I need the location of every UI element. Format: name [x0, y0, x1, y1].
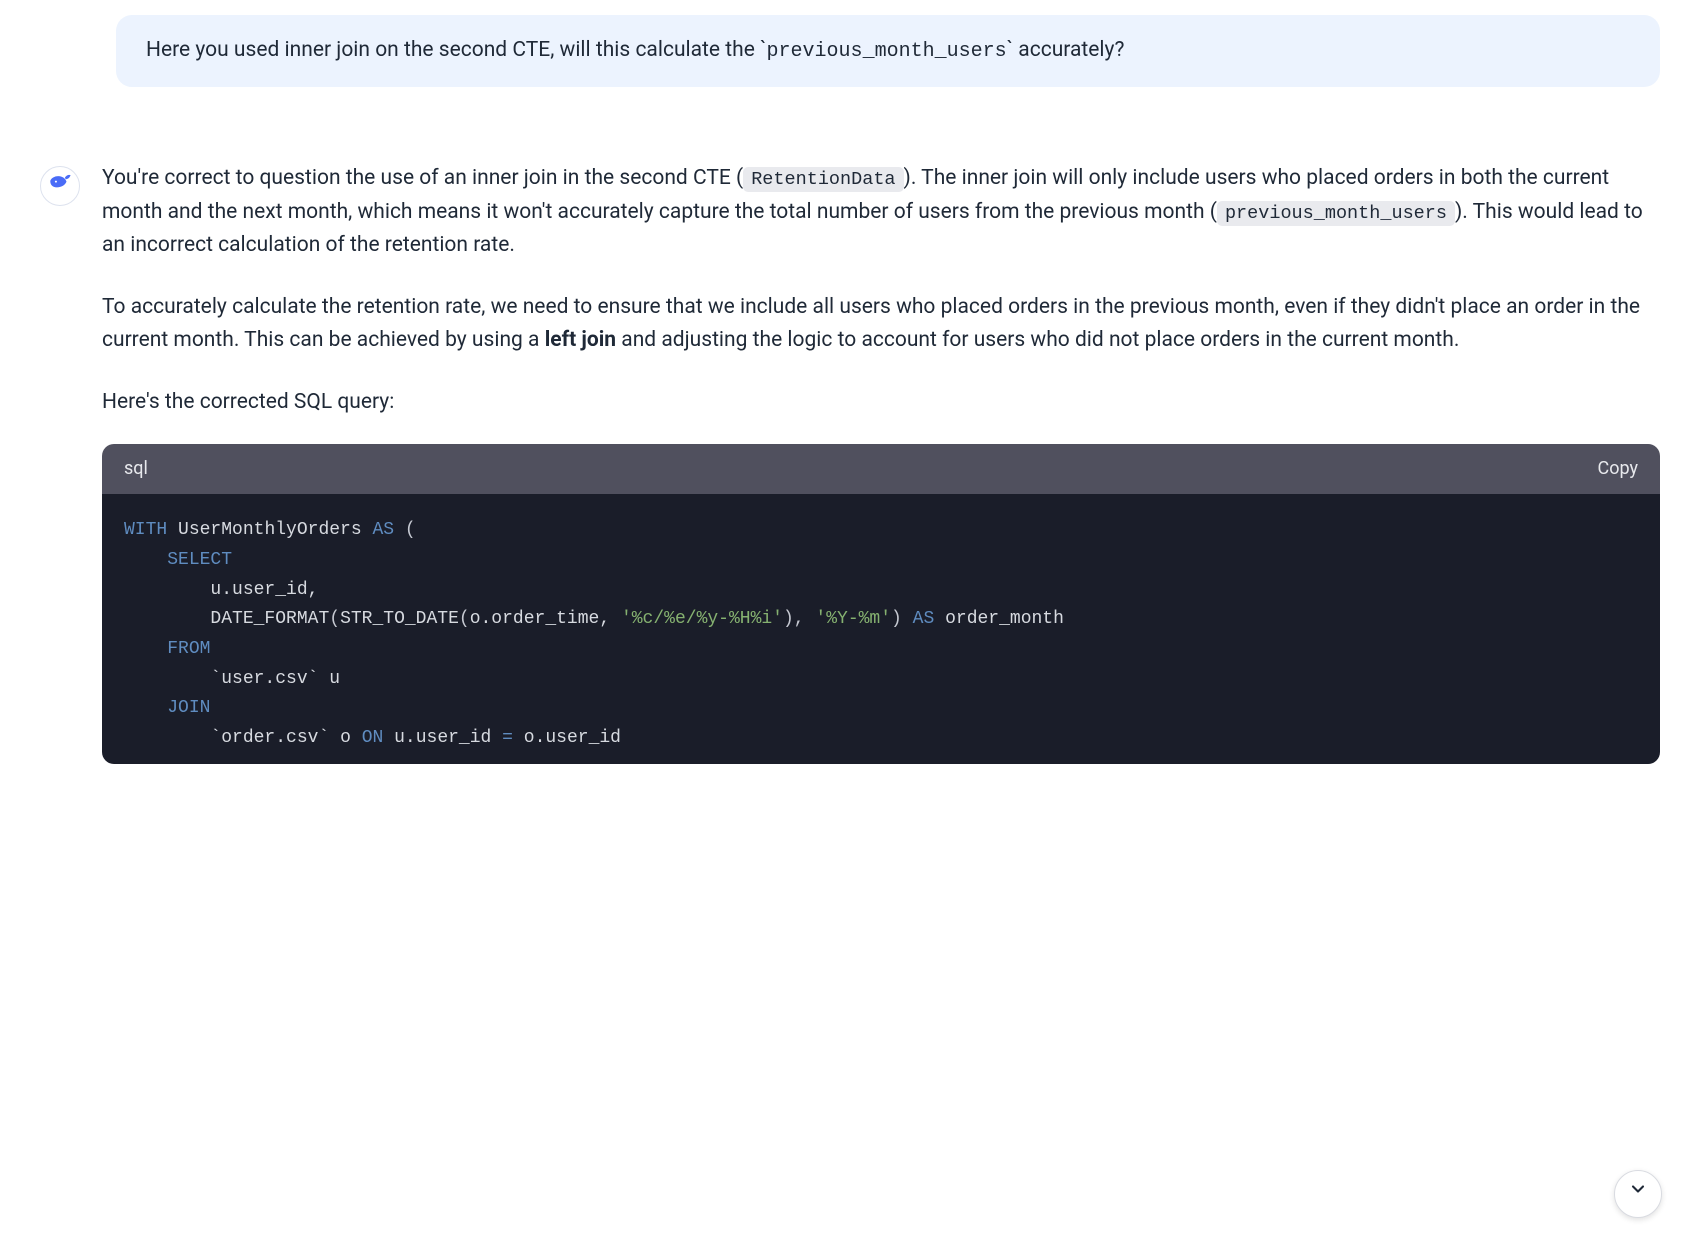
sql-tbl-user: `user.csv` [210, 669, 318, 689]
code-block: sql Copy WITH UserMonthlyOrders AS ( SEL… [102, 444, 1660, 764]
sql-arg-ordertime: o.order_time, [470, 609, 610, 629]
chevron-down-icon [1628, 1177, 1648, 1211]
sql-kw-as2: AS [913, 609, 935, 629]
copy-button[interactable]: Copy [1597, 455, 1638, 484]
sql-str-fmt2: '%Y-%m' [815, 609, 891, 629]
whale-icon [47, 167, 73, 205]
sql-alias-o: o [340, 728, 351, 748]
sql-kw-from: FROM [167, 639, 210, 659]
sql-comma1: , [794, 609, 805, 629]
sql-alias: order_month [945, 609, 1064, 629]
sql-kw-join: JOIN [167, 698, 210, 718]
user-message-text: Here you used inner join on the second C… [146, 35, 1630, 67]
p2-t2: and adjusting the logic to account for u… [616, 328, 1459, 352]
sql-tbl-order: `order.csv` [210, 728, 329, 748]
bold-leftjoin: left join [545, 328, 616, 352]
usr-code-token: previous_month_users [767, 40, 1007, 63]
sql-kw-select: SELECT [167, 550, 232, 570]
sql-join-right: o.user_id [524, 728, 621, 748]
assistant-message: You're correct to question the use of an… [40, 162, 1660, 764]
sql-lparen: ( [405, 520, 416, 540]
p1-t1: You're correct to question the use of an… [102, 166, 743, 190]
inline-code-prevmonthusers: previous_month_users [1217, 201, 1455, 226]
usr-text-2: ` accurately? [1007, 38, 1125, 62]
sql-kw-with: WITH [124, 520, 167, 540]
sql-lp2: ( [329, 609, 340, 629]
sql-rp1: ) [783, 609, 794, 629]
sql-kw-on: ON [362, 728, 384, 748]
scroll-down-button[interactable] [1614, 1170, 1662, 1218]
usr-text-1: Here you used inner join on the second C… [146, 38, 767, 62]
sql-eq: = [502, 728, 513, 748]
sql-fn-dateformat: DATE_FORMAT [210, 609, 329, 629]
sql-join-left: u.user_id [394, 728, 491, 748]
assistant-content: You're correct to question the use of an… [102, 162, 1660, 764]
sql-rp2: ) [891, 609, 902, 629]
sql-lp3: ( [459, 609, 470, 629]
assistant-paragraph-3: Here's the corrected SQL query: [102, 386, 1660, 420]
assistant-paragraph-2: To accurately calculate the retention ra… [102, 291, 1660, 358]
sql-kw-as: AS [372, 520, 394, 540]
sql-fn-strtodate: STR_TO_DATE [340, 609, 459, 629]
sql-alias-u: u [329, 669, 340, 689]
sql-col1: u.user_id, [210, 580, 318, 600]
user-message-bubble: Here you used inner join on the second C… [116, 15, 1660, 87]
code-language-label: sql [124, 455, 148, 484]
code-body[interactable]: WITH UserMonthlyOrders AS ( SELECT u.use… [102, 494, 1660, 764]
sql-cte-name: UserMonthlyOrders [178, 520, 362, 540]
sql-str-fmt1: '%c/%e/%y-%H%i' [621, 609, 783, 629]
assistant-paragraph-1: You're correct to question the use of an… [102, 162, 1660, 263]
assistant-avatar [40, 166, 80, 206]
inline-code-retentiondata: RetentionData [743, 167, 903, 192]
code-header: sql Copy [102, 444, 1660, 495]
